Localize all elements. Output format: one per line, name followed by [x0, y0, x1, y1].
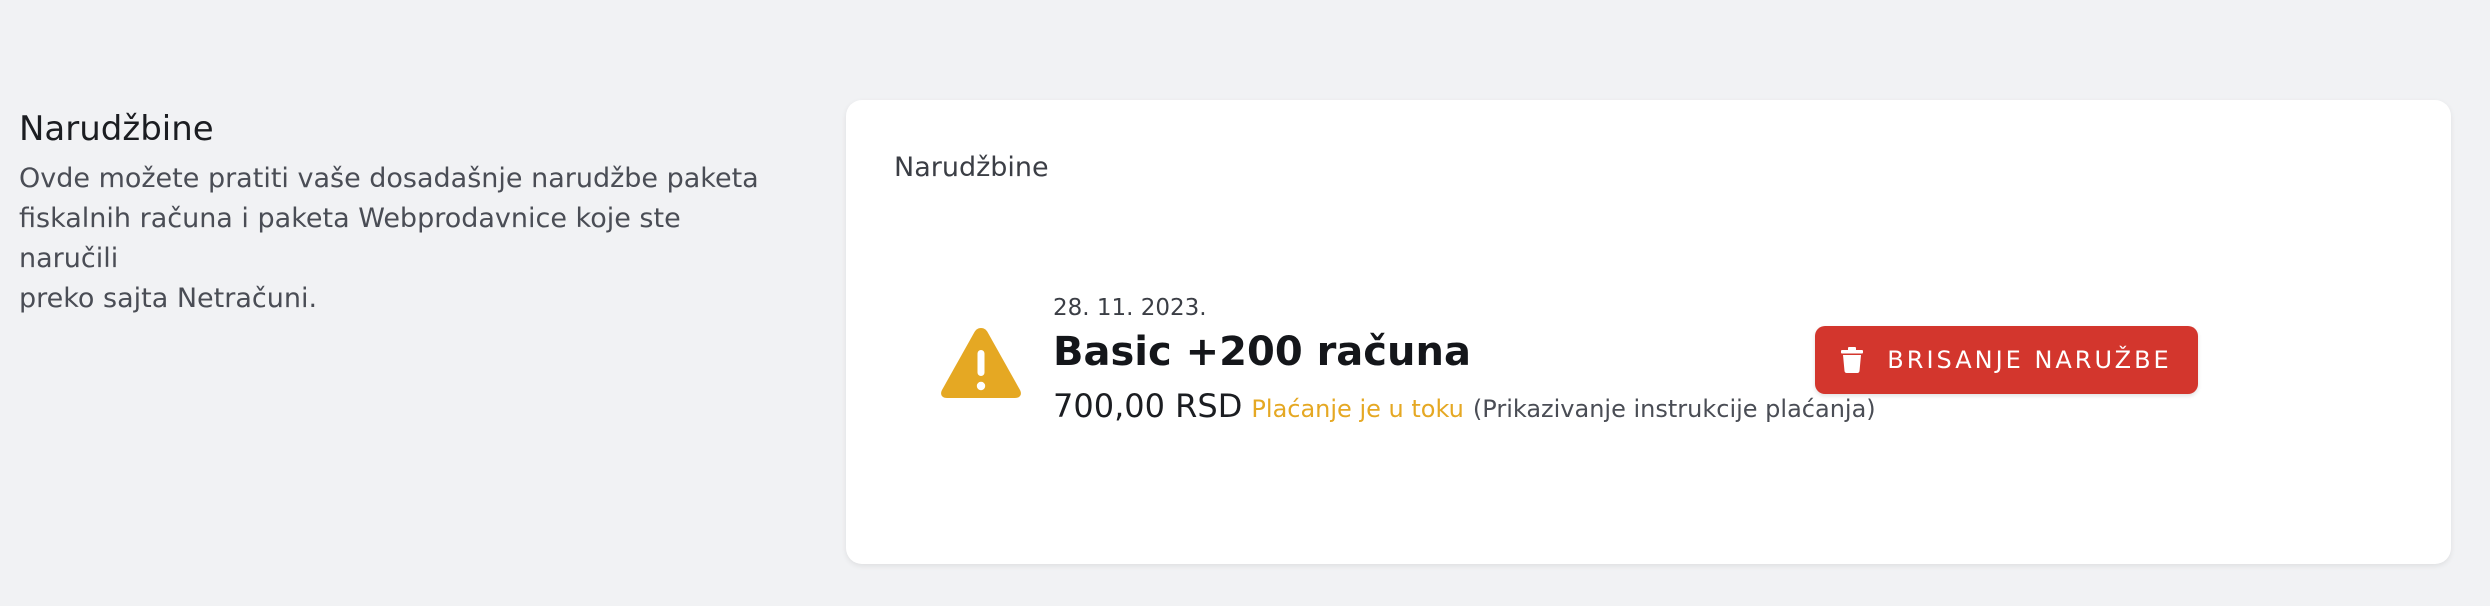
delete-order-label: BRISANJE NARUŽBE	[1887, 346, 2172, 374]
order-price: 700,00 RSD	[1053, 387, 1243, 425]
section-description: Ovde možete pratiti vaše dosadašnje naru…	[19, 159, 759, 319]
description-line-2: fiskalnih računa i paketa Webprodavnice …	[19, 203, 681, 274]
orders-intro: Narudžbine Ovde možete pratiti vaše dosa…	[19, 105, 759, 319]
description-line-1: Ovde možete pratiti vaše dosadašnje naru…	[19, 163, 759, 194]
orders-card: Narudžbine 28. 11. 2023. Basic +200 raču…	[846, 100, 2451, 564]
payment-status: Plaćanje je u toku	[1251, 395, 1464, 423]
section-title: Narudžbine	[19, 109, 214, 149]
trash-icon	[1841, 347, 1864, 373]
delete-order-button[interactable]: BRISANJE NARUŽBE	[1815, 326, 2198, 394]
order-date: 28. 11. 2023.	[1053, 295, 1207, 321]
description-line-3: preko sajta Netračuni.	[19, 283, 318, 314]
payment-instructions-link[interactable]: (Prikazivanje instrukcije plaćanja)	[1473, 395, 1876, 423]
order-name: Basic +200 računa	[1053, 329, 1471, 375]
order-details: 700,00 RSD Plaćanje je u toku (Prikaziva…	[1053, 384, 1876, 428]
card-title: Narudžbine	[894, 152, 1049, 183]
warning-icon	[941, 328, 1021, 398]
